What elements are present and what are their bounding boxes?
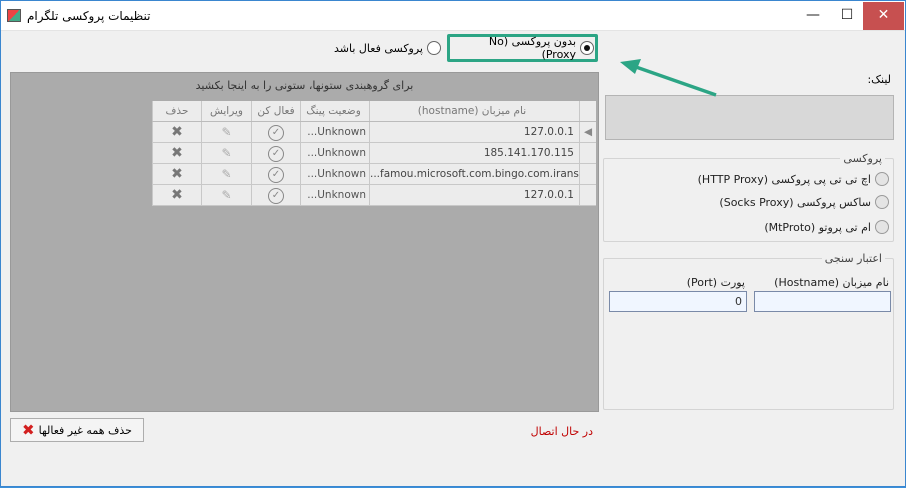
delete-inactive-button[interactable]: حذف همه غیر فعالها ✖ [10, 418, 144, 442]
auth-group: اعتبار سنجی نام میزبان (Hostname) پورت (… [603, 252, 894, 410]
column-selector [579, 101, 596, 121]
port-field[interactable]: 0 [609, 291, 747, 312]
red-x-icon: ✖ [22, 421, 35, 439]
cell-edit[interactable]: ✎ [201, 122, 251, 142]
table-row[interactable]: ✖ ✎ ✓ ...Unknown 127.0.0.1 ◀ [152, 122, 596, 143]
cell-hostname: 127.0.0.1 [369, 185, 579, 205]
cell-ping-status: ...Unknown [300, 122, 369, 142]
cell-ping-status: ...Unknown [300, 164, 369, 184]
cell-ping-status: ...Unknown [300, 143, 369, 163]
pencil-icon[interactable]: ✎ [221, 125, 231, 139]
proxy-type-group: پروکسی اچ تی تی پی پروکسی (HTTP Proxy) س… [603, 152, 894, 242]
proxy-table: حذف ویرایش فعال کن وضعیت پینگ نام میزبان… [152, 101, 596, 206]
proxy-grid-panel: برای گروهبندی ستونها، ستونی را به اینجا … [10, 72, 599, 412]
no-proxy-label: بدون پروکسی (No Proxy) [488, 35, 576, 61]
cell-hostname: 185.141.170.115 [369, 143, 579, 163]
no-proxy-option[interactable]: بدون پروکسی (No Proxy) [451, 35, 594, 61]
cell-ping-status: ...Unknown [300, 185, 369, 205]
group-by-hint: برای گروهبندی ستونها، ستونی را به اینجا … [195, 79, 414, 92]
check-circle-icon[interactable]: ✓ [268, 167, 284, 183]
hostname-label: نام میزبان (Hostname) [774, 276, 889, 289]
column-ping[interactable]: وضعیت پینگ [300, 101, 369, 121]
http-proxy-label: اچ تی تی پی پروکسی (HTTP Proxy) [697, 172, 871, 186]
delete-inactive-label: حذف همه غیر فعالها [38, 423, 132, 437]
delete-icon[interactable]: ✖ [171, 187, 183, 203]
maximize-button[interactable]: ☐ [830, 2, 864, 30]
cell-edit[interactable]: ✎ [201, 185, 251, 205]
column-delete[interactable]: حذف [152, 101, 201, 121]
mtproto-option[interactable]: ام تی پروتو (MtProto) [764, 220, 889, 234]
table-header: حذف ویرایش فعال کن وضعیت پینگ نام میزبان… [152, 101, 596, 122]
delete-icon[interactable]: ✖ [171, 166, 183, 182]
connection-status: در حال اتصال [530, 425, 593, 438]
http-proxy-radio[interactable] [875, 172, 889, 186]
cell-act[interactable]: ✓ [251, 185, 300, 205]
pencil-icon[interactable]: ✎ [221, 167, 231, 181]
arrow-shaft [635, 65, 717, 97]
proxy-settings-window: تنظیمات پروکسی تلگرام — ☐ ✕ بدون پروکسی … [0, 0, 906, 487]
column-activate[interactable]: فعال کن [251, 101, 300, 121]
proxy-type-title: پروکسی [840, 152, 885, 165]
check-circle-icon[interactable]: ✓ [268, 125, 284, 141]
table-row[interactable]: ✖ ✎ ✓ ...Unknown 127.0.0.1 [152, 185, 596, 206]
minimize-button[interactable]: — [796, 2, 830, 30]
row-selector[interactable] [579, 164, 596, 184]
title-bar: تنظیمات پروکسی تلگرام — ☐ ✕ [1, 1, 905, 31]
proxy-active-label: پروکسی فعال باشد [334, 41, 423, 55]
no-proxy-radio[interactable] [580, 41, 594, 55]
mtproto-label: ام تی پروتو (MtProto) [764, 220, 871, 234]
window-title: تنظیمات پروکسی تلگرام [27, 9, 151, 23]
mtproto-radio[interactable] [875, 220, 889, 234]
table-body: ✖ ✎ ✓ ...Unknown 127.0.0.1 ◀ ✖ ✎ ✓ ...Unknown 185.… [152, 122, 596, 206]
cell-del[interactable]: ✖ [152, 122, 201, 142]
cell-act[interactable]: ✓ [251, 164, 300, 184]
link-textbox[interactable] [605, 95, 894, 140]
close-button[interactable]: ✕ [863, 2, 904, 30]
cell-del[interactable]: ✖ [152, 185, 201, 205]
current-row-icon: ◀ [583, 126, 593, 138]
delete-icon[interactable]: ✖ [171, 124, 183, 140]
column-hostname[interactable]: نام میزبان (hostname) [369, 101, 579, 121]
check-circle-icon[interactable]: ✓ [268, 188, 284, 204]
cell-del[interactable]: ✖ [152, 164, 201, 184]
row-selector[interactable] [579, 143, 596, 163]
hostname-field[interactable] [754, 291, 891, 312]
pencil-icon[interactable]: ✎ [221, 188, 231, 202]
table-row[interactable]: ✖ ✎ ✓ ...Unknown 185.141.170.115 [152, 143, 596, 164]
cell-act[interactable]: ✓ [251, 143, 300, 163]
link-label: لینک: [867, 73, 891, 86]
row-selector[interactable]: ◀ [579, 122, 596, 142]
table-row[interactable]: ✖ ✎ ✓ ...Unknown ...famou.microsoft.com.bing… [152, 164, 596, 185]
proxy-active-radio[interactable] [427, 41, 441, 55]
proxy-active-option[interactable]: پروکسی فعال باشد [331, 39, 441, 57]
cell-hostname: ...famou.microsoft.com.bingo.com.iranse [369, 164, 579, 184]
cell-edit[interactable]: ✎ [201, 143, 251, 163]
delete-icon[interactable]: ✖ [171, 145, 183, 161]
pencil-icon[interactable]: ✎ [221, 146, 231, 160]
app-icon [7, 9, 21, 22]
port-label: پورت (Port) [686, 276, 745, 289]
row-selector[interactable] [579, 185, 596, 205]
column-edit[interactable]: ویرایش [201, 101, 251, 121]
auth-title: اعتبار سنجی [821, 252, 885, 265]
cell-act[interactable]: ✓ [251, 122, 300, 142]
socks-proxy-label: ساکس پروکسی (Socks Proxy) [719, 195, 871, 209]
check-circle-icon[interactable]: ✓ [268, 146, 284, 162]
cell-edit[interactable]: ✎ [201, 164, 251, 184]
http-proxy-option[interactable]: اچ تی تی پی پروکسی (HTTP Proxy) [698, 172, 889, 186]
cell-del[interactable]: ✖ [152, 143, 201, 163]
arrow-head [620, 59, 641, 74]
socks-proxy-radio[interactable] [875, 195, 889, 209]
cell-hostname: 127.0.0.1 [369, 122, 579, 142]
socks-proxy-option[interactable]: ساکس پروکسی (Socks Proxy) [719, 195, 889, 209]
